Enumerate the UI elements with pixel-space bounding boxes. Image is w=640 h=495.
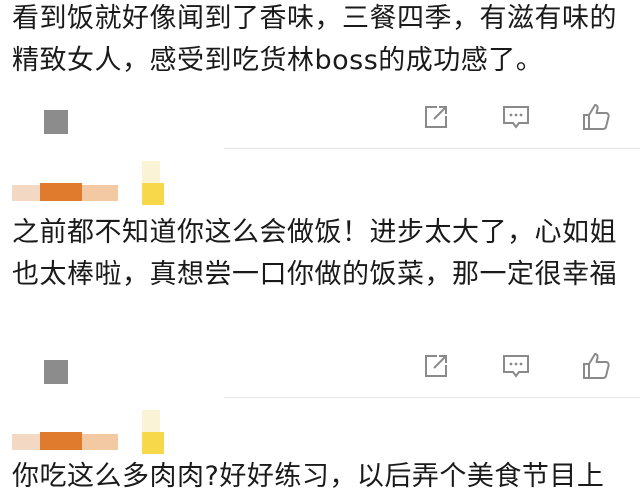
comment-icon[interactable] — [496, 97, 536, 137]
like-icon[interactable] — [576, 97, 616, 137]
share-icon[interactable] — [416, 97, 456, 137]
comment-1-text: 看到饭就好像闻到了香味，三餐四季，有滋有味的精致女人，感受到吃货林boss的成功… — [12, 3, 617, 76]
comment-1-actions — [416, 97, 616, 137]
share-icon[interactable] — [416, 346, 456, 386]
like-icon[interactable] — [576, 346, 616, 386]
avatar-mosaic — [44, 110, 68, 134]
comment-3-text: 你吃这么多肉肉?好好练习，以后弄个美食节目上 — [12, 461, 605, 492]
avatar-mosaic — [44, 360, 68, 384]
comment-2-text: 之前都不知道你这么会做饭！进步太大了，心如姐也太棒啦，真想尝一口你做的饭菜，那一… — [12, 217, 617, 290]
divider — [224, 148, 640, 149]
comment-icon[interactable] — [496, 346, 536, 386]
comment-feed: 看到饭就好像闻到了香味，三餐四季，有滋有味的精致女人，感受到吃货林boss的成功… — [0, 0, 640, 495]
user-mosaic — [12, 404, 212, 464]
user-mosaic — [12, 155, 212, 215]
comment-2-actions — [416, 346, 616, 386]
divider — [224, 397, 640, 398]
